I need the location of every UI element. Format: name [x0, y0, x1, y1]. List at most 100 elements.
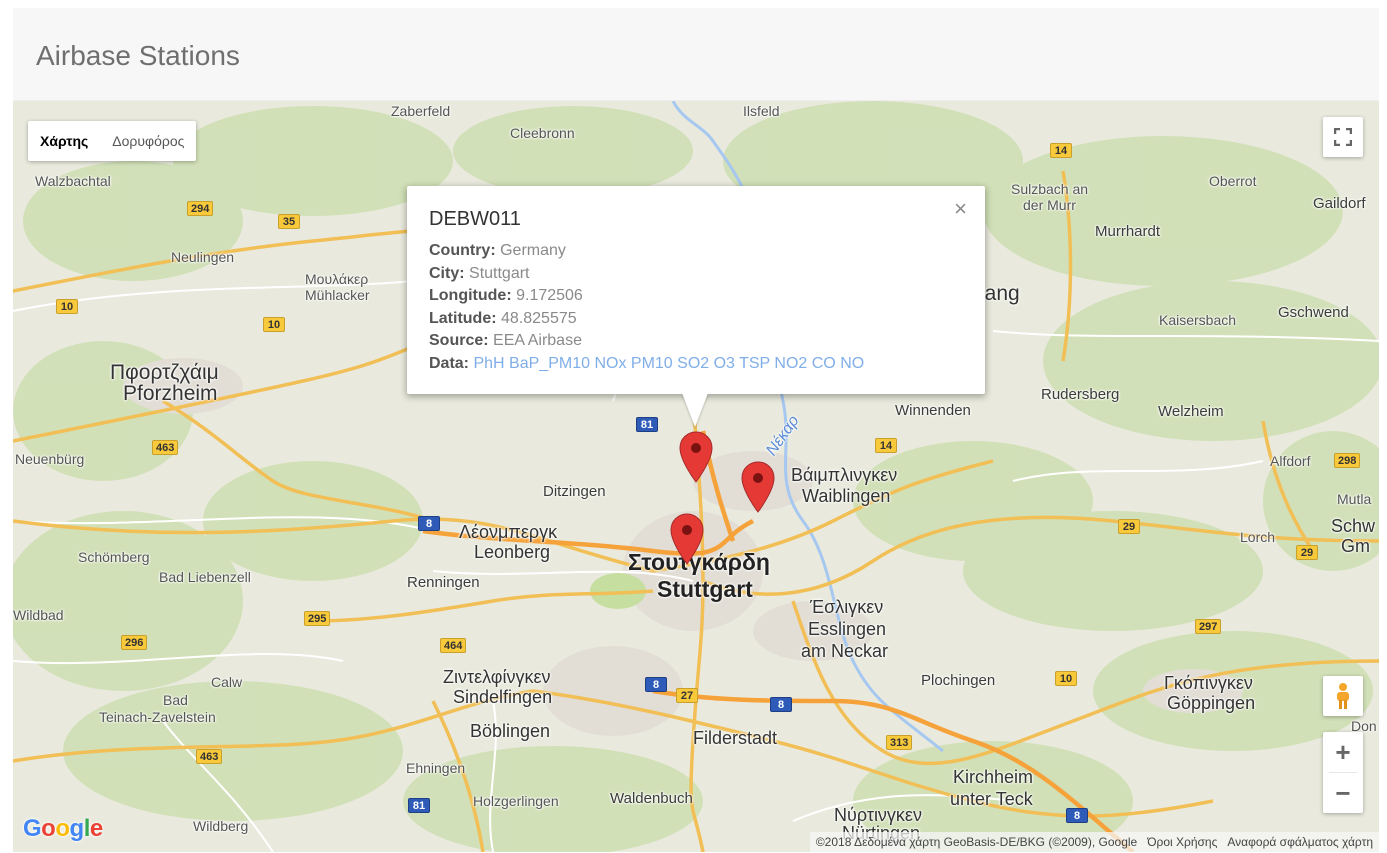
place-leonberg-gr: Λέονμπεργκ — [459, 522, 558, 542]
place-plochingen: Plochingen — [921, 672, 996, 689]
place-waiblingen-gr: Βάιμπλινγκεν — [791, 465, 898, 485]
zoom-control: + − — [1323, 732, 1363, 813]
place-winnenden: Winnenden — [895, 402, 971, 419]
map-type-map-button[interactable]: Χάρτης — [28, 121, 100, 161]
place-muehlacker: Mühlacker — [305, 287, 370, 303]
longitude-label: Longitude: — [429, 287, 512, 304]
road-shield: 463 — [152, 440, 179, 455]
data-link-nox[interactable]: NOx — [594, 355, 626, 372]
city-value: Stuttgart — [469, 264, 530, 282]
road-shield: 14 — [1050, 143, 1072, 158]
place-cleebronn: Cleebronn — [510, 125, 575, 141]
place-schw-2: Gm — [1341, 536, 1370, 556]
place-neulingen: Neulingen — [171, 249, 235, 265]
source-value: EEA Airbase — [493, 332, 582, 349]
info-window-close-button[interactable]: × — [954, 198, 967, 220]
place-stuttgart: Stuttgart — [657, 576, 753, 602]
road-shield: 81 — [636, 417, 658, 432]
place-walzbachtal: Walzbachtal — [35, 173, 111, 189]
place-sindelfingen-gr: Ζιντελφίνγκεν — [443, 667, 551, 687]
place-waiblingen: Waiblingen — [802, 486, 891, 506]
data-link-o3[interactable]: O3 — [714, 355, 735, 372]
road-shield: 296 — [121, 635, 148, 650]
station-info-window: × DEBW011 Country: Germany City: Stuttga… — [407, 186, 985, 394]
station-marker[interactable] — [679, 431, 713, 483]
road-shield: 10 — [1055, 671, 1077, 686]
data-link-so2[interactable]: SO2 — [677, 355, 709, 372]
map-canvas[interactable]: Zaberfeld Ilsfeld Cleebronn Walzbachtal … — [13, 101, 1379, 852]
latitude-label: Latitude: — [429, 309, 497, 327]
zoom-in-button[interactable]: + — [1323, 732, 1363, 772]
road-shield: 295 — [304, 611, 331, 626]
place-murrhardt: Murrhardt — [1095, 223, 1161, 240]
place-bad-teinach-2: Teinach-Zavelstein — [99, 709, 216, 725]
data-link-pm10[interactable]: PM10 — [631, 355, 673, 372]
place-leonberg: Leonberg — [474, 542, 551, 562]
place-schw-1: Schw — [1331, 516, 1376, 536]
google-logo[interactable]: Google — [23, 815, 103, 843]
report-error-link[interactable]: Αναφορά σφάλματος χάρτη — [1227, 832, 1373, 852]
road-shield: 10 — [56, 299, 78, 314]
station-marker[interactable] — [670, 513, 704, 565]
road-shield: 29 — [1118, 519, 1140, 534]
fullscreen-button[interactable] — [1323, 117, 1363, 157]
place-rudersberg: Rudersberg — [1041, 386, 1120, 403]
road-shield: 8 — [1066, 808, 1088, 823]
place-renningen: Renningen — [407, 574, 480, 591]
place-oberrot: Oberrot — [1209, 173, 1257, 189]
info-data-row: Data: PhH BaP_PM10 NOx PM10 SO2 O3 TSP N… — [429, 353, 963, 376]
pegman-icon — [1337, 683, 1349, 709]
place-holzgerlingen: Holzgerlingen — [473, 793, 559, 809]
place-sindelfingen: Sindelfingen — [453, 687, 553, 707]
place-bad-teinach-1: Bad — [163, 692, 188, 708]
country-label: Country: — [429, 242, 496, 259]
road-shield: 27 — [676, 688, 698, 703]
place-goeppingen: Göppingen — [1167, 693, 1256, 713]
place-filderstadt: Filderstadt — [693, 728, 778, 748]
road-shield: 14 — [875, 438, 897, 453]
place-calw: Calw — [211, 674, 243, 690]
info-city-row: City: Stuttgart — [429, 263, 963, 286]
info-latitude-row: Latitude: 48.825575 — [429, 308, 963, 331]
place-pforzheim-gr: Πφορτζχάιμ — [110, 361, 219, 384]
place-ehningen: Ehningen — [406, 760, 466, 776]
street-view-pegman-button[interactable] — [1323, 676, 1363, 716]
longitude-value: 9.172506 — [516, 287, 583, 304]
road-shield: 81 — [408, 798, 430, 813]
source-label: Source: — [429, 332, 489, 349]
place-esslingen-2: am Neckar — [801, 641, 889, 661]
data-link-co[interactable]: CO — [812, 355, 836, 372]
road-shield: 29 — [1296, 545, 1318, 560]
zoom-out-button[interactable]: − — [1323, 773, 1363, 813]
place-ilsfeld: Ilsfeld — [743, 103, 780, 119]
place-zaberfeld: Zaberfeld — [391, 103, 451, 119]
city-label: City: — [429, 264, 465, 282]
place-schoemberg: Schömberg — [78, 549, 150, 565]
terms-link[interactable]: Όροι Χρήσης — [1147, 832, 1217, 852]
map-type-satellite-button[interactable]: Δορυφόρος — [100, 121, 196, 161]
info-longitude-row: Longitude: 9.172506 — [429, 285, 963, 308]
road-shield: 35 — [278, 214, 300, 229]
road-shield: 294 — [187, 201, 214, 216]
latitude-value: 48.825575 — [501, 309, 577, 327]
data-link-tsp[interactable]: TSP — [739, 355, 770, 372]
data-link-phh[interactable]: PhH — [473, 355, 504, 372]
data-link-no[interactable]: NO — [840, 355, 864, 372]
card-header: Airbase Stations — [13, 8, 1379, 101]
page-title: Airbase Stations — [36, 40, 240, 71]
data-link-bap-pm10[interactable]: BaP_PM10 — [509, 355, 590, 372]
fullscreen-icon — [1334, 128, 1352, 146]
place-mutla: Mutla — [1337, 491, 1372, 507]
place-kirchheim-1: Kirchheim — [953, 767, 1034, 787]
data-label: Data: — [429, 354, 470, 372]
place-wildbad: Wildbad — [13, 607, 64, 623]
data-link-no2[interactable]: NO2 — [774, 355, 807, 372]
place-alfdorf: Alfdorf — [1270, 453, 1311, 469]
info-source-row: Source: EEA Airbase — [429, 330, 963, 353]
place-ditzingen: Ditzingen — [543, 483, 606, 500]
station-marker[interactable] — [741, 461, 775, 513]
road-shield: 8 — [645, 677, 667, 692]
road-shield: 8 — [770, 697, 792, 712]
road-shield: 10 — [263, 317, 285, 332]
place-pforzheim: Pforzheim — [123, 382, 218, 405]
